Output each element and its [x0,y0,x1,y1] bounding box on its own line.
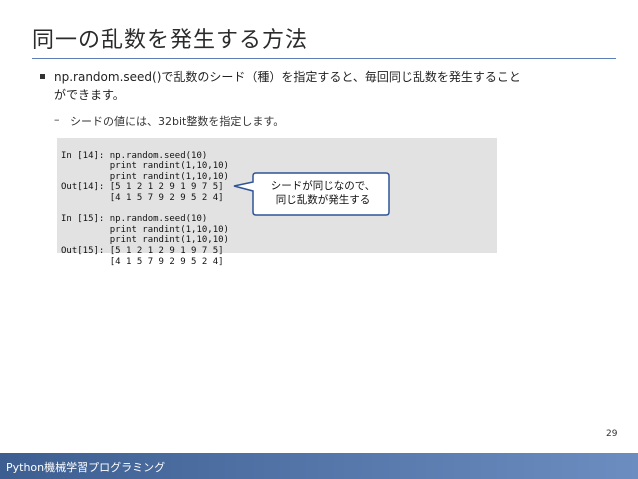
callout-line-2: 同じ乱数が発生する [275,194,371,206]
footer-title: Python機械学習プログラミング [6,461,166,474]
code-line-blank: ​ [61,204,229,215]
code-line: print randint(1,10,10) [61,235,229,246]
dash-bullet: – [54,113,60,126]
code-line: print randint(1,10,10) [61,224,229,235]
code-text: In [14]: np.random.seed(10) print randin… [61,140,229,288]
code-line: print randint(1,10,10) [61,171,229,182]
footer-bar: Python機械学習プログラミング [0,453,638,479]
code-line: In [15]: np.random.seed(10) [61,214,208,225]
code-line: Out[15]: [5 1 2 1 2 9 1 9 7 5] [61,245,224,256]
callout-bubble: シードが同じなので、 同じ乱数が発生する [232,170,392,218]
bullet-text: np.random.seed()で乱数のシード（種）を指定すると、毎回同じ乱数を… [54,68,614,104]
slide-title: 同一の乱数を発生する方法 [32,28,309,53]
square-bullet-icon [40,74,45,79]
callout-line-1: シードが同じなので、 [270,180,376,192]
callout-text: シードが同じなので、 同じ乱数が発生する [256,179,390,207]
sub-bullet-text: シードの値には、32bit整数を指定します。 [70,115,285,128]
page-number: 29 [606,429,618,439]
code-line: Out[14]: [5 1 2 1 2 9 1 9 7 5] [61,182,224,193]
bullet-line-2: ができます。 [54,88,125,102]
code-line: [4 1 5 7 9 2 9 5 2 4] [61,192,224,203]
code-line: [4 1 5 7 9 2 9 5 2 4] [61,256,224,267]
code-line: In [14]: np.random.seed(10) [61,150,208,161]
title-underline [32,58,616,59]
bullet-line-1: np.random.seed()で乱数のシード（種）を指定すると、毎回同じ乱数を… [54,70,521,84]
code-line: print randint(1,10,10) [61,161,229,172]
